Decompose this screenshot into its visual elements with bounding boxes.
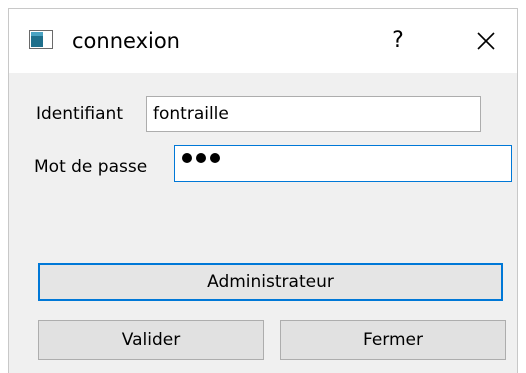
identifiant-label: Identifiant: [36, 104, 123, 124]
fermer-button[interactable]: Fermer: [280, 320, 506, 360]
password-input[interactable]: •••: [174, 145, 512, 182]
help-button[interactable]: ?: [375, 19, 421, 63]
window-title: connexion: [72, 29, 180, 53]
close-button[interactable]: [463, 19, 509, 63]
close-icon: [477, 32, 495, 50]
password-dots: [182, 153, 220, 163]
title-bar[interactable]: connexion ?: [9, 9, 517, 73]
identifiant-input[interactable]: [146, 96, 481, 132]
password-dot: [196, 153, 206, 163]
password-dot: [210, 153, 220, 163]
administrateur-button[interactable]: Administrateur: [38, 263, 503, 301]
password-label: Mot de passe: [34, 157, 148, 177]
valider-button[interactable]: Valider: [38, 320, 264, 360]
password-dot: [182, 153, 192, 163]
connexion-dialog: connexion ? Identifiant Mot de passe •••…: [8, 8, 518, 373]
app-window-icon: [29, 30, 53, 49]
